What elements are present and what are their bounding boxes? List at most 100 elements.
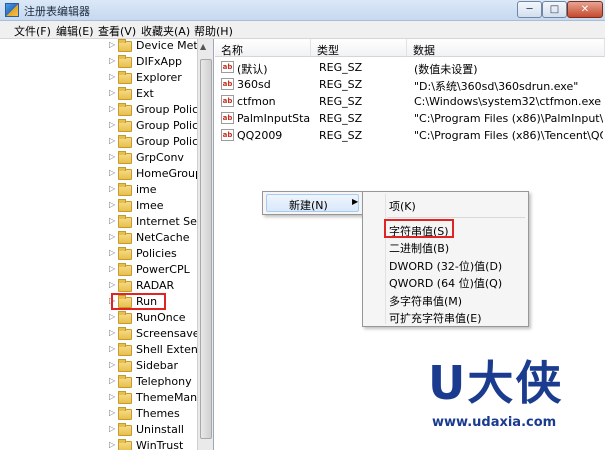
tree-item[interactable]: ▷ Explorer — [0, 70, 200, 86]
tree-item[interactable]: ▷ ThemeManag — [0, 390, 211, 406]
folder-icon — [118, 343, 132, 356]
column-header-data[interactable]: 数据 — [407, 39, 605, 57]
expand-arrow-icon[interactable]: ▷ — [109, 72, 115, 81]
expand-arrow-icon[interactable]: ▷ — [109, 360, 115, 369]
tree-item[interactable]: ▷ RunOnce — [0, 310, 200, 326]
tree-item[interactable]: ▷ Device Metac — [0, 39, 210, 54]
new-expandable-string-value-item[interactable]: 可扩充字符串值(E) — [389, 310, 482, 326]
menu-gutter — [385, 194, 386, 324]
scrollbar-thumb[interactable] — [200, 59, 212, 439]
tree-item[interactable]: ▷ WinTrust — [0, 438, 200, 450]
tree-item[interactable]: ▷ Group Policy — [0, 102, 205, 118]
window-title: 注册表编辑器 — [24, 5, 90, 18]
folder-icon — [118, 151, 132, 164]
folder-icon — [118, 263, 132, 276]
tree-item[interactable]: ▷ Group Policy — [0, 118, 205, 134]
value-type: REG_SZ — [319, 112, 363, 125]
expand-arrow-icon[interactable]: ▷ — [109, 248, 115, 257]
value-row[interactable]: ab 360sd REG_SZ "D:\系统\360sd\360sdrun.exe" — [215, 76, 605, 93]
tree-item[interactable]: ▷ Telephony — [0, 374, 200, 390]
expand-arrow-icon[interactable]: ▷ — [109, 152, 115, 161]
tree-item[interactable]: ▷ NetCache — [0, 230, 200, 246]
tree-item[interactable]: ▷ PowerCPL — [0, 262, 200, 278]
expand-arrow-icon[interactable]: ▷ — [109, 440, 115, 449]
menu-edit[interactable]: 编辑(E) — [56, 23, 94, 39]
menu-help[interactable]: 帮助(H) — [194, 23, 233, 39]
expand-arrow-icon[interactable]: ▷ — [109, 328, 115, 337]
tree-item[interactable]: ▷ Policies — [0, 246, 200, 262]
expand-arrow-icon[interactable]: ▷ — [109, 264, 115, 273]
regedit-app-icon — [5, 3, 19, 17]
tree-item[interactable]: ▷ Ext — [0, 86, 200, 102]
tree-item-label: Themes — [136, 407, 180, 420]
value-row[interactable]: abPalmInputStart... REG_SZ "C:\Program Fil… — [215, 110, 605, 127]
minimize-button[interactable]: ─ — [517, 1, 542, 18]
new-menu-label: 新建(N) — [289, 199, 328, 212]
folder-icon — [118, 327, 132, 340]
tree-item[interactable]: ▷ Shell Extensic — [0, 342, 213, 358]
string-value-highlight-box — [384, 219, 454, 238]
new-submenu: 项(K) 字符串值(S) 二进制值(B) DWORD (32-位)值(D) QW… — [362, 191, 529, 327]
expand-arrow-icon[interactable]: ▷ — [109, 312, 115, 321]
column-header-type[interactable]: 类型 — [311, 39, 407, 57]
folder-icon — [118, 199, 132, 212]
tree-item[interactable]: ▷ RADAR — [0, 278, 200, 294]
new-qword-value-item[interactable]: QWORD (64 位)值(Q) — [389, 275, 502, 291]
tree-item[interactable]: ▷ Group Policy — [0, 134, 205, 150]
expand-arrow-icon[interactable]: ▷ — [109, 88, 115, 97]
tree-item[interactable]: ▷ ime — [0, 182, 200, 198]
maximize-button[interactable]: □ — [542, 1, 567, 18]
expand-arrow-icon[interactable]: ▷ — [109, 184, 115, 193]
tree-item-label: PowerCPL — [136, 263, 190, 276]
tree-item[interactable]: ▷ Screensavers — [0, 326, 210, 342]
expand-arrow-icon[interactable]: ▷ — [109, 232, 115, 241]
expand-arrow-icon[interactable]: ▷ — [109, 424, 115, 433]
tree-item[interactable]: ▷ Sidebar — [0, 358, 200, 374]
column-header-name[interactable]: 名称 — [215, 39, 311, 57]
tree-scrollbar[interactable]: ▲ — [197, 39, 213, 450]
menu-bar: 文件(F) 编辑(E) 查看(V) 收藏夹(A) 帮助(H) — [0, 21, 605, 39]
new-dword-value-item[interactable]: DWORD (32-位)值(D) — [389, 258, 502, 274]
tree-item[interactable]: ▷ Imee — [0, 198, 200, 214]
tree-item[interactable]: ▷ GrpConv — [0, 150, 200, 166]
expand-arrow-icon[interactable]: ▷ — [109, 120, 115, 129]
tree-item-label: Group Policy — [136, 135, 205, 148]
tree-item[interactable]: ▷ HomeGroup — [0, 166, 202, 182]
new-multi-string-value-item[interactable]: 多字符串值(M) — [389, 293, 462, 309]
tree-item-label: WinTrust — [136, 439, 184, 450]
expand-arrow-icon[interactable]: ▷ — [109, 344, 115, 353]
menu-file[interactable]: 文件(F) — [14, 23, 51, 39]
registry-tree[interactable]: ▷ Device Metac ▷ DIFxApp ▷ Explorer ▷ Ext ▷ Group… — [0, 39, 214, 450]
expand-arrow-icon[interactable]: ▷ — [109, 104, 115, 113]
value-row[interactable]: ab (默认) REG_SZ (数值未设置) — [215, 59, 605, 76]
close-button[interactable]: ✕ — [567, 1, 603, 18]
expand-arrow-icon[interactable]: ▷ — [109, 136, 115, 145]
new-key-item[interactable]: 项(K) — [389, 198, 416, 214]
string-value-icon: ab — [221, 129, 234, 141]
value-type: REG_SZ — [319, 129, 363, 142]
scroll-up-icon[interactable]: ▲ — [200, 42, 206, 51]
expand-arrow-icon[interactable]: ▷ — [109, 168, 115, 177]
value-row[interactable]: ab QQ2009 REG_SZ "C:\Program Files (x86)\Te… — [215, 127, 605, 144]
menu-view[interactable]: 查看(V) — [98, 23, 136, 39]
expand-arrow-icon[interactable]: ▷ — [109, 376, 115, 385]
expand-arrow-icon[interactable]: ▷ — [109, 408, 115, 417]
expand-arrow-icon[interactable]: ▷ — [109, 216, 115, 225]
expand-arrow-icon[interactable]: ▷ — [109, 392, 115, 401]
expand-arrow-icon[interactable]: ▷ — [109, 200, 115, 209]
tree-item[interactable]: ▷ DIFxApp — [0, 54, 200, 70]
value-name: (默认) — [237, 63, 268, 76]
expand-arrow-icon[interactable]: ▷ — [109, 280, 115, 289]
expand-arrow-icon[interactable]: ▷ — [109, 56, 115, 65]
tree-item-label: Ext — [136, 87, 154, 100]
tree-item[interactable]: ▷ Internet Settir — [0, 214, 213, 230]
new-binary-value-item[interactable]: 二进制值(B) — [389, 240, 449, 256]
menu-favorites[interactable]: 收藏夹(A) — [141, 23, 190, 39]
folder-icon — [118, 247, 132, 260]
folder-icon — [118, 119, 132, 132]
tree-item[interactable]: ▷ Uninstall — [0, 422, 200, 438]
value-row[interactable]: ab ctfmon REG_SZ C:\Windows\system32\ctfmon… — [215, 93, 605, 110]
tree-item[interactable]: ▷ Themes — [0, 406, 200, 422]
expand-arrow-icon[interactable]: ▷ — [109, 40, 115, 49]
tree-item[interactable]: ▷ Run — [0, 294, 200, 310]
